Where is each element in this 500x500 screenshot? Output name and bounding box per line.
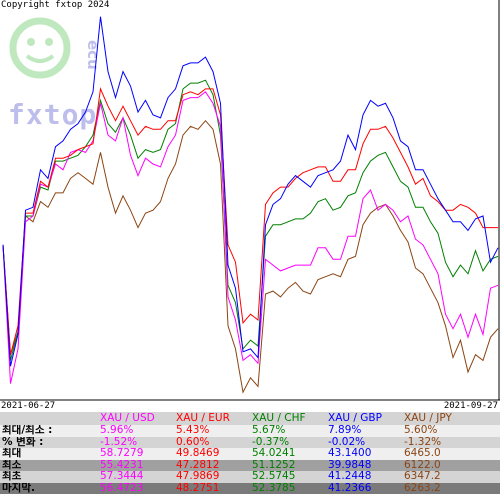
stat-value: 5.67%	[250, 425, 326, 437]
stat-value: 6465.0	[402, 448, 500, 460]
stat-value: 57.3444	[98, 471, 174, 483]
stat-value: -0.02%	[326, 436, 402, 448]
stats-row-last: 마지막. 56.4723 48.2751 52.3785 41.2366 626…	[0, 482, 500, 494]
row-label-last: 마지막.	[0, 482, 98, 494]
fxtop-logo: ecu fxtop	[8, 17, 102, 131]
stat-value: 6347.2	[402, 471, 500, 483]
stat-value: 51.1252	[250, 459, 326, 471]
stat-value: 41.2366	[326, 482, 402, 494]
stat-value: 6263.2	[402, 482, 500, 494]
row-label-max: 최대	[0, 448, 98, 460]
line-chart: ecu fxtop	[0, 0, 500, 401]
copyright-text: Copyright fxtop 2024	[1, 0, 110, 10]
legend-chf: XAU / CHF	[250, 412, 326, 425]
stat-value: -1.52%	[98, 436, 174, 448]
stat-value: 56.4723	[98, 482, 174, 494]
stats-row-min: 최소 55.4231 47.2812 51.1252 39.9848 6122.…	[0, 459, 500, 471]
row-label-maxmin: 최대/최소 :	[0, 425, 98, 437]
legend-jpy: XAU / JPY	[402, 412, 500, 425]
x-axis-start-label: 2021-06-27	[1, 401, 56, 411]
series-group	[2, 16, 499, 394]
row-label-change: % 변화 :	[0, 436, 98, 448]
series-line-jpy	[2, 119, 499, 394]
legend-eur: XAU / EUR	[174, 412, 250, 425]
stat-value: 54.0241	[250, 448, 326, 460]
stat-value: 55.4231	[98, 459, 174, 471]
stat-value: 0.60%	[174, 436, 250, 448]
stat-value: 5.43%	[174, 425, 250, 437]
stat-value: 47.2812	[174, 459, 250, 471]
stat-value: 52.5745	[250, 471, 326, 483]
svg-text:ecu: ecu	[84, 40, 102, 70]
stat-value: 7.89%	[326, 425, 402, 437]
stats-row-maxmin: 최대/최소 : 5.96% 5.43% 5.67% 7.89% 5.60%	[0, 425, 500, 437]
stat-value: -0.37%	[250, 436, 326, 448]
row-label-min: 최소	[0, 459, 98, 471]
stat-value: 6122.0	[402, 459, 500, 471]
stat-value: -1.32%	[402, 436, 500, 448]
x-axis-end-label: 2021-09-27	[443, 401, 498, 411]
stat-value: 47.9869	[174, 471, 250, 483]
stats-row-first: 최초 57.3444 47.9869 52.5745 41.2448 6347.…	[0, 471, 500, 483]
stats-row-max: 최대 58.7279 49.8469 54.0241 43.1400 6465.…	[0, 448, 500, 460]
stat-value: 43.1400	[326, 448, 402, 460]
stats-row-change: % 변화 : -1.52% 0.60% -0.37% -0.02% -1.32%	[0, 436, 500, 448]
legend-usd: XAU / USD	[98, 412, 174, 425]
stat-value: 5.96%	[98, 425, 174, 437]
stat-value: 52.3785	[250, 482, 326, 494]
stat-value: 39.9848	[326, 459, 402, 471]
row-label-first: 최초	[0, 471, 98, 483]
stat-value: 41.2448	[326, 471, 402, 483]
legend-gbp: XAU / GBP	[326, 412, 402, 425]
stats-table: XAU / USD XAU / EUR XAU / CHF XAU / GBP …	[0, 412, 500, 494]
stat-value: 58.7279	[98, 448, 174, 460]
stat-value: 49.8469	[174, 448, 250, 460]
stats-header-row: XAU / USD XAU / EUR XAU / CHF XAU / GBP …	[0, 412, 500, 425]
stats-header-blank	[0, 412, 98, 425]
stat-value: 5.60%	[402, 425, 500, 437]
stat-value: 48.2751	[174, 482, 250, 494]
